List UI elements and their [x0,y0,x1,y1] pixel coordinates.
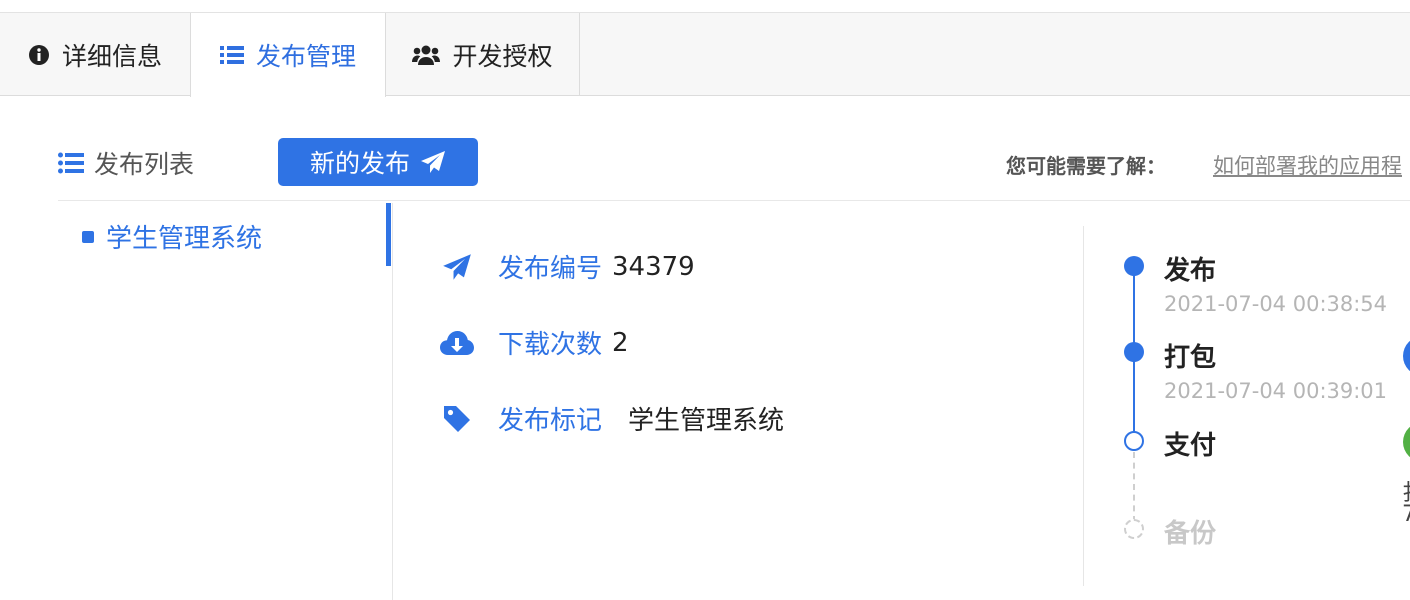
content-divider [1083,226,1084,586]
paper-plane-icon [440,253,474,281]
timeline-line-pending [1133,452,1135,522]
timeline-step-time: 2021-07-04 00:39:01 [1164,379,1388,403]
release-number-label: 发布编号 [498,254,603,284]
release-number-value: 34379 [612,251,695,282]
list-icon [58,152,84,174]
step-action-button[interactable] [1403,336,1410,376]
release-tag-row: 发布标记 学生管理系统 [440,400,784,437]
tab-release-management[interactable]: 发布管理 [190,13,386,97]
release-list-item[interactable]: 学生管理系统 [82,218,262,255]
release-tag-value: 学生管理系统 [628,406,785,436]
release-list-title-label: 发布列表 [94,150,195,179]
list-icon [219,45,244,65]
hint-label: 您可能需要了解： [1006,154,1166,178]
timeline-dot-done [1124,256,1144,276]
pay-action-button[interactable] [1403,422,1410,462]
tab-release-management-label: 发布管理 [255,42,356,71]
timeline-step-title: 备份 [1164,519,1217,549]
selected-indicator [386,203,391,266]
tab-dev-authorization-label: 开发授权 [452,41,553,71]
paper-plane-icon [420,150,446,174]
timeline-step-time: 2021-07-04 00:38:54 [1164,292,1388,316]
tab-details[interactable]: 详细信息 [0,13,190,96]
timeline-dot-done [1124,342,1144,362]
tab-bar: 详细信息 发布管理 开发授权 [0,12,1410,97]
release-tag-label: 发布标记 [498,406,603,436]
tab-details-label: 详细信息 [61,41,162,71]
cutoff-text: 7 [1402,502,1410,527]
selected-bullet-icon [82,230,94,243]
release-list-item-label: 学生管理系统 [106,224,263,254]
cloud-download-icon [440,330,474,356]
download-count-label: 下载次数 [498,330,603,360]
users-icon [412,44,441,66]
timeline-step-title: 发布 [1164,256,1217,286]
download-count-value: 2 [612,327,629,358]
deploy-help-link[interactable]: 如何部署我的应用程 [1213,150,1402,180]
download-count-row: 下载次数 2 [440,324,629,361]
info-circle-icon [28,44,50,66]
new-release-button-label: 新的发布 [309,149,410,178]
timeline-step-title: 打包 [1164,343,1217,373]
release-list-title: 发布列表 [58,145,194,181]
new-release-button[interactable]: 新的发布 [278,138,478,186]
timeline-dot-current [1124,431,1144,451]
release-number-row: 发布编号 34379 [440,248,695,285]
sidebar-divider [392,203,393,600]
timeline-step-title: 支付 [1164,431,1217,461]
tab-dev-authorization[interactable]: 开发授权 [386,13,580,96]
timeline-dot-pending [1124,519,1144,539]
tag-icon [440,404,474,434]
toolbar-divider [58,200,1410,201]
